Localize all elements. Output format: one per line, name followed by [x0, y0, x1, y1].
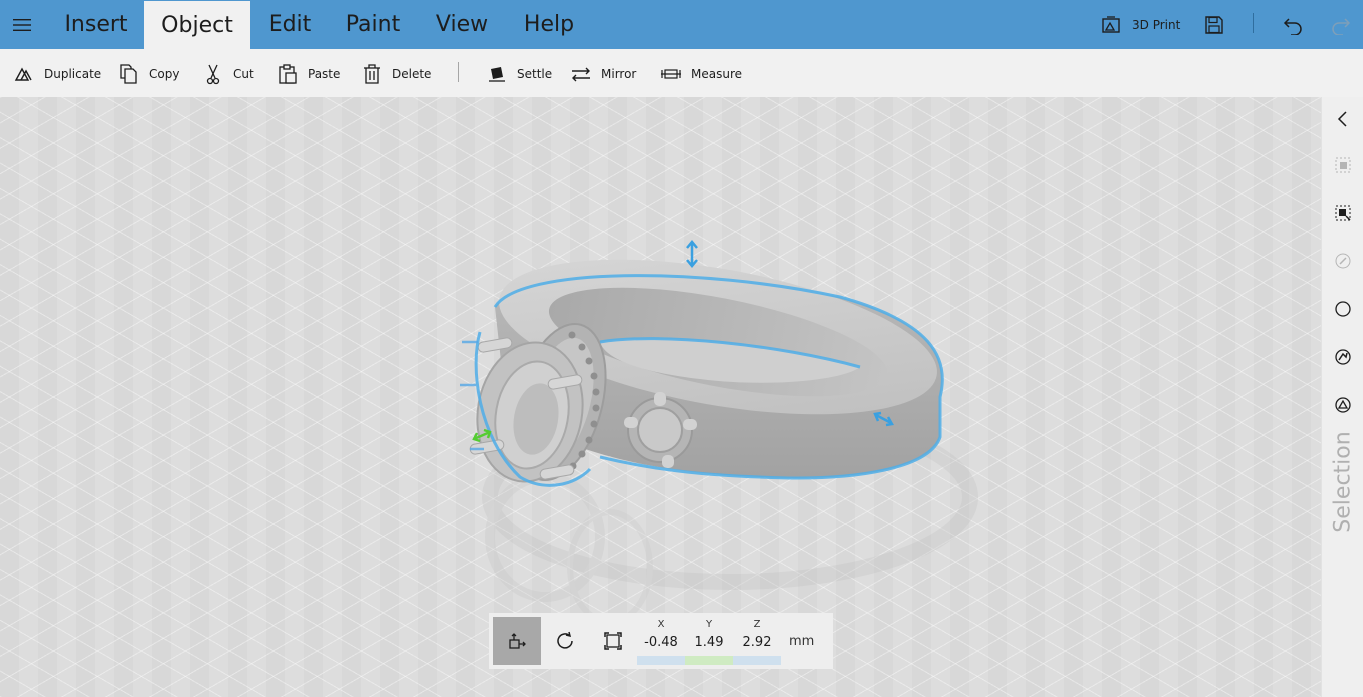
print-3d-button[interactable]: 3D Print	[1101, 0, 1180, 49]
undo-icon	[1283, 17, 1302, 35]
cut-label: Cut	[233, 67, 254, 81]
trash-icon	[364, 64, 380, 84]
y-color-band	[685, 656, 733, 665]
x-value: -0.48	[644, 635, 678, 650]
settle-icon	[489, 67, 505, 82]
y-coordinate-field[interactable]: Y 1.49	[685, 617, 733, 665]
x-coordinate-field[interactable]: X -0.48	[637, 617, 685, 665]
ring-model[interactable]	[0, 97, 1321, 697]
lasso-select-button[interactable]	[1331, 297, 1355, 321]
unit-label[interactable]: mm	[789, 634, 814, 649]
tab-object[interactable]: Object	[144, 1, 250, 49]
select-object-icon	[1335, 205, 1351, 221]
scale-tool-button[interactable]	[589, 617, 637, 665]
triangle-select-icon	[1335, 397, 1351, 413]
undo-button[interactable]	[1283, 0, 1303, 49]
z-coordinate-field[interactable]: Z 2.92	[733, 617, 781, 665]
save-button[interactable]	[1204, 0, 1224, 49]
delete-button[interactable]: Delete	[361, 61, 431, 87]
settle-label: Settle	[517, 67, 553, 81]
select-brush-button[interactable]	[1331, 249, 1355, 273]
paste-button[interactable]: Paste	[277, 61, 340, 87]
move-icon	[509, 633, 526, 649]
delete-label: Delete	[392, 67, 432, 81]
move-tool-button[interactable]	[493, 617, 541, 665]
tab-insert[interactable]: Insert	[50, 0, 142, 49]
mirror-icon	[572, 67, 590, 82]
scissors-icon	[206, 64, 220, 85]
hamburger-menu-icon[interactable]	[0, 0, 44, 49]
cut-button[interactable]: Cut	[202, 61, 254, 87]
toolbar-separator	[458, 62, 459, 82]
object-toolbar: Duplicate Copy Cut Paste Delete Settle M…	[0, 49, 1363, 97]
measure-button[interactable]: Measure	[660, 61, 742, 87]
menu-separator	[1253, 13, 1254, 33]
selection-panel-label[interactable]: Selection	[1322, 431, 1363, 533]
rotate-tool-button[interactable]	[541, 617, 589, 665]
scale-icon	[604, 632, 622, 650]
z-value: 2.92	[742, 635, 772, 650]
measure-label: Measure	[691, 67, 742, 81]
select-object-button[interactable]	[1331, 201, 1355, 225]
menu-bar: Insert Object Edit Paint View Help 3D Pr…	[0, 0, 1363, 49]
y-axis-label: Y	[705, 619, 713, 630]
paste-icon	[279, 64, 297, 84]
copy-button[interactable]: Copy	[118, 61, 179, 87]
save-icon	[1205, 15, 1223, 34]
copy-icon	[120, 64, 137, 84]
tab-edit[interactable]: Edit	[252, 0, 328, 49]
redo-button[interactable]	[1331, 0, 1351, 49]
x-axis-label: X	[657, 619, 665, 630]
select-all-icon	[1335, 157, 1351, 173]
copy-label: Copy	[149, 67, 180, 81]
tab-help[interactable]: Help	[508, 0, 590, 49]
rotate-icon	[557, 631, 573, 649]
measure-icon	[661, 69, 681, 79]
circle-select-icon	[1335, 301, 1351, 317]
side-panel: Selection	[1321, 97, 1363, 697]
mirror-label: Mirror	[601, 67, 637, 81]
vertical-move-handle[interactable]	[686, 240, 698, 268]
z-axis-label: Z	[753, 619, 761, 630]
tab-paint[interactable]: Paint	[332, 0, 414, 49]
chevron-left-icon	[1337, 111, 1347, 127]
3d-canvas[interactable]	[0, 97, 1321, 697]
duplicate-button[interactable]: Duplicate	[13, 61, 101, 87]
print-3d-label: 3D Print	[1132, 17, 1181, 32]
tab-view[interactable]: View	[420, 0, 504, 49]
print-3d-icon	[1102, 15, 1120, 33]
paint-select-icon	[1335, 349, 1351, 365]
duplicate-label: Duplicate	[44, 67, 102, 81]
z-color-band	[733, 656, 781, 665]
redo-icon	[1332, 17, 1351, 35]
select-all-button[interactable]	[1331, 153, 1355, 177]
mirror-button[interactable]: Mirror	[570, 61, 636, 87]
y-value: 1.49	[694, 635, 724, 650]
paint-select-button[interactable]	[1331, 345, 1355, 369]
collapse-panel-button[interactable]	[1331, 107, 1355, 131]
settle-button[interactable]: Settle	[486, 61, 552, 87]
duplicate-icon	[14, 67, 32, 81]
paste-label: Paste	[308, 67, 341, 81]
x-color-band	[637, 656, 685, 665]
transform-bar: X -0.48 Y 1.49 Z 2.92 mm	[489, 613, 833, 669]
triangle-select-button[interactable]	[1331, 393, 1355, 417]
selection-label-text: Selection	[1330, 431, 1356, 533]
brush-select-icon	[1335, 253, 1351, 269]
